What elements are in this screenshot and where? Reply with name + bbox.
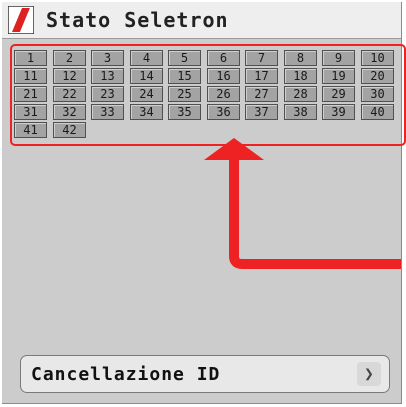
seletron-cell-14[interactable]: 14 (130, 68, 163, 84)
seletron-cell-38[interactable]: 38 (284, 104, 317, 120)
seletron-cell-39[interactable]: 39 (322, 104, 355, 120)
seletron-cell-42[interactable]: 42 (53, 122, 86, 138)
seletron-cell-6[interactable]: 6 (207, 50, 240, 66)
seletron-cell-24[interactable]: 24 (130, 86, 163, 102)
seletron-cell-33[interactable]: 33 (91, 104, 124, 120)
seletron-cell-34[interactable]: 34 (130, 104, 163, 120)
chevron-right-icon: ❯ (357, 362, 381, 386)
seletron-cell-20[interactable]: 20 (361, 68, 394, 84)
seletron-cell-9[interactable]: 9 (322, 50, 355, 66)
seletron-cell-41[interactable]: 41 (14, 122, 47, 138)
seletron-cell-15[interactable]: 15 (168, 68, 201, 84)
seletron-cell-35[interactable]: 35 (168, 104, 201, 120)
seletron-cell-12[interactable]: 12 (53, 68, 86, 84)
seletron-cell-4[interactable]: 4 (130, 50, 163, 66)
seletron-logo-icon (8, 6, 34, 34)
page-title: Stato Seletron (46, 8, 229, 32)
seletron-cell-31[interactable]: 31 (14, 104, 47, 120)
seletron-cell-3[interactable]: 3 (91, 50, 124, 66)
seletron-cell-10[interactable]: 10 (361, 50, 394, 66)
seletron-cell-16[interactable]: 16 (207, 68, 240, 84)
seletron-cell-1[interactable]: 1 (14, 50, 47, 66)
cancellazione-id-button[interactable]: Cancellazione ID ❯ (20, 355, 390, 393)
seletron-cell-13[interactable]: 13 (91, 68, 124, 84)
seletron-cell-18[interactable]: 18 (284, 68, 317, 84)
seletron-cell-30[interactable]: 30 (361, 86, 394, 102)
seletron-cell-25[interactable]: 25 (168, 86, 201, 102)
seletron-cell-21[interactable]: 21 (14, 86, 47, 102)
seletron-cell-32[interactable]: 32 (53, 104, 86, 120)
seletron-cell-23[interactable]: 23 (91, 86, 124, 102)
seletron-cell-19[interactable]: 19 (322, 68, 355, 84)
seletron-panel: Stato Seletron 1 2 3 4 5 6 7 8 9 10 11 12 13 14 15 16 17… (2, 2, 406, 404)
seletron-cell-29[interactable]: 29 (322, 86, 355, 102)
seletron-status-grid: 1 2 3 4 5 6 7 8 9 10 11 12 13 14 15 16 17 18 19 20 21 22 23 24 2… (14, 50, 394, 142)
seletron-cell-11[interactable]: 11 (14, 68, 47, 84)
seletron-cell-27[interactable]: 27 (245, 86, 278, 102)
seletron-cell-40[interactable]: 40 (361, 104, 394, 120)
seletron-cell-8[interactable]: 8 (284, 50, 317, 66)
header-bar: Stato Seletron (2, 2, 401, 39)
seletron-cell-5[interactable]: 5 (168, 50, 201, 66)
seletron-cell-22[interactable]: 22 (53, 86, 86, 102)
seletron-cell-37[interactable]: 37 (245, 104, 278, 120)
seletron-cell-36[interactable]: 36 (207, 104, 240, 120)
cancellazione-id-label: Cancellazione ID (31, 364, 221, 385)
seletron-cell-28[interactable]: 28 (284, 86, 317, 102)
seletron-cell-17[interactable]: 17 (245, 68, 278, 84)
seletron-cell-26[interactable]: 26 (207, 86, 240, 102)
seletron-cell-2[interactable]: 2 (53, 50, 86, 66)
seletron-cell-7[interactable]: 7 (245, 50, 278, 66)
